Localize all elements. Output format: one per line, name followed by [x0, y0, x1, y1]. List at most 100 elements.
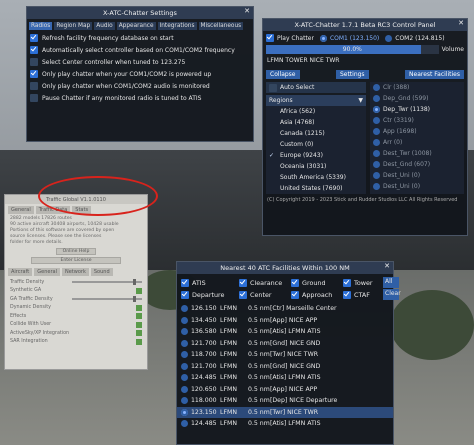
- region-item[interactable]: South America (5339): [266, 172, 366, 183]
- regions-dropdown[interactable]: Regions ▼: [266, 95, 366, 106]
- controller-item[interactable]: App (1698): [370, 126, 464, 137]
- traffic-slider[interactable]: [72, 279, 142, 286]
- controller-item[interactable]: Dest_Uni (0): [370, 181, 464, 192]
- facility-radio[interactable]: [181, 374, 188, 382]
- facility-radio[interactable]: [181, 305, 188, 313]
- filter-center[interactable]: Center: [239, 289, 291, 300]
- controller-radio[interactable]: [373, 106, 380, 113]
- facility-row[interactable]: 136.580 LFMN 0.5 nm [Atis] LFMN ATIS: [177, 326, 393, 338]
- facility-row[interactable]: 134.450 LFMN 0.5 nm [App] NICE APP: [177, 315, 393, 327]
- facility-row[interactable]: 118.700 LFMN 0.5 nm [Twr] NICE TWR: [177, 349, 393, 361]
- facility-radio[interactable]: [181, 397, 188, 405]
- filter-checkbox[interactable]: [343, 290, 351, 299]
- controller-radio[interactable]: [373, 172, 380, 179]
- region-item[interactable]: Oceania (3031): [266, 161, 366, 172]
- nearest-facilities-button[interactable]: Nearest Facilities: [405, 70, 464, 79]
- setting-checkbox[interactable]: [30, 70, 38, 78]
- region-item[interactable]: United States (7690): [266, 183, 366, 194]
- filter-checkbox[interactable]: [239, 290, 247, 299]
- filter-checkbox[interactable]: [343, 278, 351, 287]
- filter-checkbox[interactable]: [291, 290, 299, 299]
- controller-radio[interactable]: [373, 95, 380, 102]
- setting-option[interactable]: Only play chatter when your COM1/COM2 is…: [27, 68, 253, 80]
- controller-radio[interactable]: [373, 117, 380, 124]
- controller-item[interactable]: Arr (0): [370, 137, 464, 148]
- traffic-checkbox[interactable]: [136, 304, 142, 311]
- filter-all-button[interactable]: All: [383, 277, 399, 288]
- tab-miscellaneous[interactable]: Miscellaneous: [198, 22, 244, 30]
- traffic-subtab[interactable]: Network: [61, 268, 89, 276]
- filter-checkbox[interactable]: [181, 290, 189, 299]
- region-item[interactable]: ✓ Europe (9243): [266, 150, 366, 161]
- controller-item[interactable]: Dep_Twr (1138): [370, 104, 464, 115]
- filter-tower[interactable]: Tower: [343, 277, 383, 288]
- tab-audio[interactable]: Audio: [94, 22, 115, 30]
- filter-ground[interactable]: Ground: [291, 277, 343, 288]
- controller-radio[interactable]: [373, 183, 380, 190]
- close-icon[interactable]: ✕: [458, 19, 464, 27]
- setting-option[interactable]: Automatically select controller based on…: [27, 44, 253, 56]
- setting-option[interactable]: Only play chatter when COM1/COM2 audio i…: [27, 80, 253, 92]
- facility-radio[interactable]: [181, 351, 188, 359]
- region-item[interactable]: Canada (1215): [266, 128, 366, 139]
- filter-departure[interactable]: Departure: [181, 289, 239, 300]
- setting-option[interactable]: Refresh facility frequency database on s…: [27, 32, 253, 44]
- traffic-checkbox[interactable]: [136, 330, 142, 337]
- traffic-option[interactable]: Effects: [5, 312, 147, 321]
- region-item[interactable]: Africa (562): [266, 106, 366, 117]
- traffic-option[interactable]: Synthetic GA: [5, 287, 147, 296]
- controller-item[interactable]: Ctr (3319): [370, 115, 464, 126]
- collapse-button[interactable]: Collapse: [266, 70, 300, 79]
- panel-titlebar[interactable]: X-ATC-Chatter 1.7.1 Beta RC3 Control Pan…: [263, 19, 467, 31]
- controller-item[interactable]: Dep_Gnd (599): [370, 93, 464, 104]
- facility-row[interactable]: 118.000 LFMN 0.5 nm [Dep] NICE Departure: [177, 395, 393, 407]
- traffic-option[interactable]: Traffic Density: [5, 278, 147, 287]
- traffic-subtab[interactable]: General: [34, 268, 60, 276]
- filter-ctaf[interactable]: CTAF: [343, 289, 383, 300]
- filter-atis[interactable]: ATIS: [181, 277, 239, 288]
- controller-radio[interactable]: [373, 150, 380, 157]
- traffic-tab[interactable]: General: [8, 206, 34, 214]
- volume-slider[interactable]: 90.0%: [266, 45, 439, 54]
- facility-row[interactable]: 121.700 LFMN 0.5 nm [Gnd] NICE GND: [177, 361, 393, 373]
- auto-select-checkbox[interactable]: [269, 83, 277, 92]
- facility-row[interactable]: 123.150 LFMN 0.5 nm [Twr] NICE TWR: [177, 406, 393, 418]
- tab-radios[interactable]: Radios: [29, 22, 53, 30]
- facility-row[interactable]: 120.650 LFMN 0.5 nm [App] NICE APP: [177, 384, 393, 396]
- region-item[interactable]: Asia (4768): [266, 117, 366, 128]
- filter-checkbox[interactable]: [239, 278, 247, 287]
- traffic-checkbox[interactable]: [136, 321, 142, 328]
- traffic-slider[interactable]: [72, 296, 142, 303]
- traffic-option[interactable]: ActiveSky/XP Integration: [5, 329, 147, 338]
- facility-row[interactable]: 126.150 LFMN 0.5 nm [Ctr] Marseille Center: [177, 303, 393, 315]
- com1-radio[interactable]: [319, 34, 327, 42]
- com2-radio[interactable]: [385, 34, 393, 42]
- auto-select-row[interactable]: Auto Select: [266, 82, 366, 93]
- facility-radio[interactable]: [181, 328, 188, 336]
- region-item[interactable]: Custom (0): [266, 139, 366, 150]
- region-check[interactable]: ✓: [269, 152, 277, 159]
- traffic-checkbox[interactable]: [136, 338, 142, 345]
- play-chatter-checkbox[interactable]: [266, 34, 274, 42]
- facility-row[interactable]: 124.485 LFMN 0.5 nm [Atis] LFMN ATIS: [177, 418, 393, 430]
- facility-radio[interactable]: [181, 339, 188, 347]
- controller-item[interactable]: Dest_Uni (0): [370, 170, 464, 181]
- close-icon[interactable]: ✕: [244, 7, 250, 15]
- controller-item[interactable]: Dest_Gnd (607): [370, 159, 464, 170]
- setting-option[interactable]: Pause Chatter if any monitored radio is …: [27, 92, 253, 104]
- tab-appearance[interactable]: Appearance: [116, 22, 156, 30]
- nearest-titlebar[interactable]: Nearest 40 ATC Facilities Within 100 NM …: [177, 262, 393, 274]
- settings-button[interactable]: Settings: [335, 70, 369, 79]
- traffic-option[interactable]: Dynamic Density: [5, 304, 147, 313]
- facility-radio[interactable]: [181, 385, 188, 393]
- setting-option[interactable]: Select Center controller when tuned to 1…: [27, 56, 253, 68]
- controller-radio[interactable]: [373, 161, 380, 168]
- traffic-option[interactable]: SAR Integration: [5, 338, 147, 347]
- traffic-checkbox[interactable]: [136, 313, 142, 320]
- setting-checkbox[interactable]: [30, 46, 38, 54]
- setting-checkbox[interactable]: [30, 34, 38, 42]
- traffic-subtab[interactable]: Aircraft: [8, 268, 33, 276]
- setting-checkbox[interactable]: [30, 82, 38, 90]
- filter-clear-button[interactable]: Clear: [383, 289, 401, 300]
- tab-integrations[interactable]: Integrations: [157, 22, 197, 30]
